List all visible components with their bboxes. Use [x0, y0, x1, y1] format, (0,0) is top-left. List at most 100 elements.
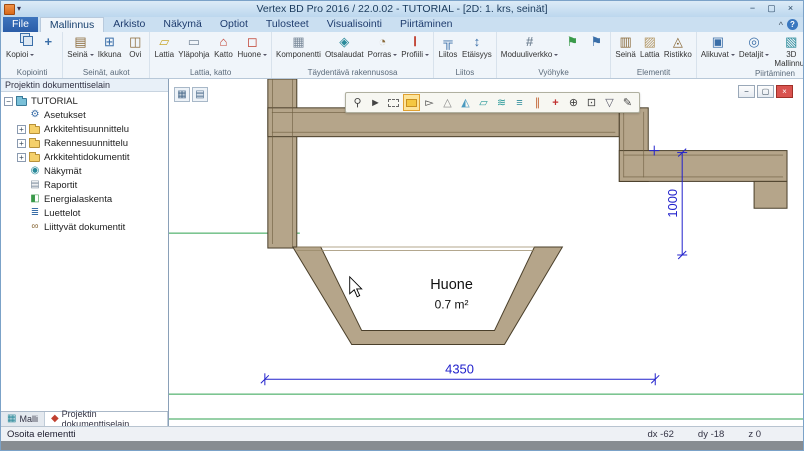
dim-horizontal-label: 4350	[445, 361, 474, 376]
selection-box-icon[interactable]	[385, 94, 402, 111]
group-label-taydentava: Täydentävä rakennusosa	[274, 67, 431, 78]
ribbon-tab-row: File Mallinnus Arkisto Näkymä Optiot Tul…	[1, 17, 803, 32]
tree-item-energialaskenta[interactable]: ◧ Energialaskenta	[4, 192, 168, 206]
viewport-button-2[interactable]: ▤	[192, 87, 208, 102]
doc-minimize-button[interactable]: −	[738, 85, 755, 98]
maximize-button[interactable]: ▢	[762, 2, 781, 16]
tab-tulosteet[interactable]: Tulosteet	[257, 17, 318, 32]
tab-projektin-dokumenttiselain[interactable]: ◆ Projektin dokumenttiselain	[45, 412, 168, 426]
parallel-lines-icon[interactable]: ∥	[529, 94, 546, 111]
expand-icon[interactable]: +	[17, 139, 26, 148]
minimize-button[interactable]: −	[743, 2, 762, 16]
ceiling-icon: ▭	[188, 33, 200, 50]
tab-visualisointi[interactable]: Visualisointi	[318, 17, 391, 32]
truss-icon: ◬	[673, 33, 683, 50]
bottom-strip	[1, 441, 803, 450]
siirra-button[interactable]: +	[36, 33, 60, 67]
highlight-tool-icon[interactable]	[403, 94, 420, 111]
tree-item-liittyvat-dokumentit[interactable]: ∞ Liittyvät dokumentit	[4, 220, 168, 234]
stack-icon[interactable]: ≡	[511, 94, 528, 111]
status-dy: dy -18	[698, 429, 724, 440]
move-icon: +	[44, 33, 52, 50]
lattia-button[interactable]: ▱ Lattia	[152, 33, 176, 67]
ribbon-group-piirtaminen: ▣ Alikuvat ◎ Detaljit ▧ 3D Mallinnus ✂ T…	[697, 32, 803, 78]
flag-green-button[interactable]: ⚑	[560, 33, 584, 67]
cursor-icon[interactable]: ▻	[421, 94, 438, 111]
detaljit-button[interactable]: ◎ Detaljit	[737, 33, 771, 68]
tab-arkisto[interactable]: Arkisto	[104, 17, 154, 32]
filter-icon[interactable]: ▽	[601, 94, 618, 111]
tab-malli[interactable]: ▦ Malli	[1, 412, 45, 426]
collapse-icon[interactable]: −	[4, 97, 13, 106]
zoom-in-icon[interactable]: ⊕	[565, 94, 582, 111]
ikkuna-button[interactable]: ⊞ Ikkuna	[96, 33, 124, 67]
bay-opening-lines	[297, 247, 535, 250]
ristikko-button[interactable]: ◬ Ristikko	[662, 33, 694, 67]
zoom-window-icon[interactable]: ⊡	[583, 94, 600, 111]
huone-button[interactable]: ◻ Huone	[235, 33, 269, 67]
snap-plus-icon[interactable]: +	[547, 94, 564, 111]
alikuvat-button[interactable]: ▣ Alikuvat	[699, 33, 737, 68]
room-icon: ◻	[247, 33, 258, 50]
tree-item-asetukset[interactable]: ⚙ Asetukset	[4, 108, 168, 122]
otsalaudat-button[interactable]: ◈ Otsalaudat	[323, 33, 366, 67]
app-icon[interactable]	[4, 4, 15, 15]
room-name-label: Huone	[430, 277, 473, 293]
ovi-button[interactable]: ◫ Ovi	[123, 33, 147, 67]
triangle-outline-icon[interactable]: △	[439, 94, 456, 111]
3d-mallinnus-button[interactable]: ▧ 3D Mallinnus	[771, 33, 803, 68]
kopioi-button[interactable]: Kopioi	[4, 33, 36, 67]
profiili-button[interactable]: Ⅰ Profiili	[399, 33, 431, 67]
tree-item-label: Rakennesuunnittelu	[44, 138, 128, 149]
tree-item-arkkitehtidokumentit[interactable]: + Arkkitehtidokumentit	[4, 150, 168, 164]
room-area-label: 0.7 m²	[435, 298, 469, 312]
pin-icon[interactable]: ⚲	[349, 94, 366, 111]
seina-button[interactable]: ▤ Seinä	[65, 33, 95, 67]
flag-blue-button[interactable]: ⚑	[584, 33, 608, 67]
help-icon[interactable]: ?	[787, 19, 798, 30]
tab-piirtaminen[interactable]: Piirtäminen	[391, 17, 462, 32]
tab-optiot[interactable]: Optiot	[211, 17, 257, 32]
plane-icon[interactable]: ▱	[475, 94, 492, 111]
etaisyys-button[interactable]: ↕ Etäisyys	[460, 33, 494, 67]
layers-icon[interactable]: ≋	[493, 94, 510, 111]
group-label-liitos: Liitos	[436, 67, 494, 78]
linked-docs-icon: ∞	[29, 221, 41, 233]
folder-icon	[29, 126, 40, 134]
select-arrow-icon[interactable]: ►	[367, 94, 384, 111]
ylapohja-button[interactable]: ▭ Yläpohja	[176, 33, 211, 67]
elementti-seina-button[interactable]: ▥ Seinä	[613, 33, 637, 67]
porras-button[interactable]: ◔ Porras	[366, 33, 400, 67]
tree-item-tutorial[interactable]: − TUTORIAL	[4, 94, 168, 108]
tree-item-rakennesuunnittelu[interactable]: + Rakennesuunnittelu	[4, 136, 168, 150]
element-floor-icon: ▨	[644, 33, 656, 50]
drawing-canvas[interactable]: ▦ ▤ ⚲ ► ▻ △ ◭ ▱ ≋ ≡ ∥ + ⊕ ⊡ ▽ ✎	[169, 79, 803, 426]
tab-nakyma[interactable]: Näkymä	[154, 17, 211, 32]
tab-mallinnus[interactable]: Mallinnus	[40, 17, 104, 32]
elementti-lattia-button[interactable]: ▨ Lattia	[638, 33, 662, 67]
tab-file[interactable]: File	[3, 17, 38, 32]
pencil-icon[interactable]: ✎	[619, 94, 636, 111]
sidebar-header: Projektin dokumenttiselain	[1, 79, 168, 92]
energy-icon: ◧	[29, 193, 41, 205]
viewport-button-1[interactable]: ▦	[174, 87, 190, 102]
tree-item-raportit[interactable]: ▤ Raportit	[4, 178, 168, 192]
ribbon-collapse-icon[interactable]: ^	[779, 19, 783, 31]
expand-icon[interactable]: +	[17, 153, 26, 162]
tree-item-arkkitehtisuunnittelu[interactable]: + Arkkitehtisuunnittelu	[4, 122, 168, 136]
triangle-filled-icon[interactable]: ◭	[457, 94, 474, 111]
katto-button[interactable]: ⌂ Katto	[211, 33, 235, 67]
moduuliverkko-button[interactable]: # Moduuliverkko	[499, 33, 561, 67]
tree-item-luettelot[interactable]: ≣ Luettelot	[4, 206, 168, 220]
komponentti-button[interactable]: ▦ Komponentti	[274, 33, 323, 67]
expand-icon[interactable]: +	[17, 125, 26, 134]
tree-item-nakymat[interactable]: ◉ Näkymät	[4, 164, 168, 178]
doc-close-button[interactable]: ×	[776, 85, 793, 98]
doc-restore-button[interactable]: ▢	[757, 85, 774, 98]
liitos-button[interactable]: ╦ Liitos	[436, 33, 460, 67]
walls[interactable]	[268, 79, 787, 344]
close-button[interactable]: ×	[781, 2, 800, 16]
quick-access-caret-icon[interactable]: ▾	[17, 2, 21, 16]
details-icon: ◎	[748, 33, 759, 50]
mouse-cursor	[350, 277, 362, 297]
